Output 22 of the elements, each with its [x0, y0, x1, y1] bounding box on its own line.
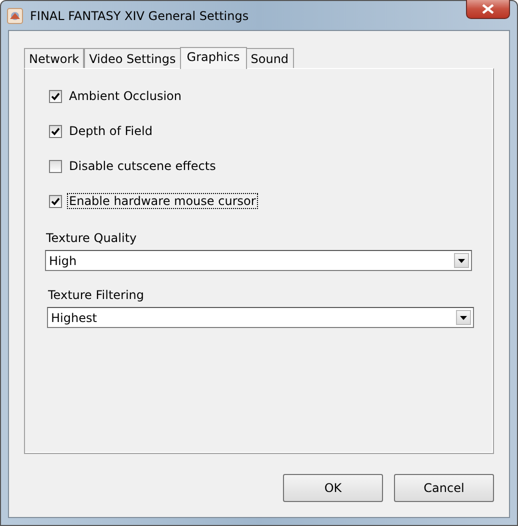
dropdown-label: Texture Quality — [46, 231, 137, 245]
dropdown-label: Texture Filtering — [48, 288, 144, 302]
checkbox[interactable] — [49, 194, 62, 208]
dropdown[interactable]: Highest — [47, 307, 474, 328]
tab[interactable]: Sound — [246, 48, 294, 69]
close-button[interactable] — [466, 0, 510, 19]
checkbox[interactable] — [49, 90, 62, 102]
checkbox-label: Disable cutscene effects — [68, 158, 217, 174]
tab[interactable]: Video Settings — [84, 48, 181, 69]
dialog-button[interactable]: OK — [283, 474, 383, 502]
close-icon — [482, 4, 494, 14]
tab[interactable]: Network — [24, 48, 84, 69]
dialog-button[interactable]: Cancel — [394, 474, 494, 502]
checkbox-label: Ambient Occlusion — [68, 88, 182, 104]
checkbox-label: Enable hardware mouse cursor — [67, 193, 258, 209]
tab[interactable]: Graphics — [180, 47, 247, 69]
app-icon — [7, 8, 23, 24]
checkbox[interactable] — [49, 160, 62, 172]
window-title: FINAL FANTASY XIV General Settings — [30, 8, 249, 22]
dropdown[interactable]: High — [45, 250, 472, 271]
checkbox-label: Depth of Field — [68, 123, 154, 139]
checkbox[interactable] — [49, 124, 62, 138]
